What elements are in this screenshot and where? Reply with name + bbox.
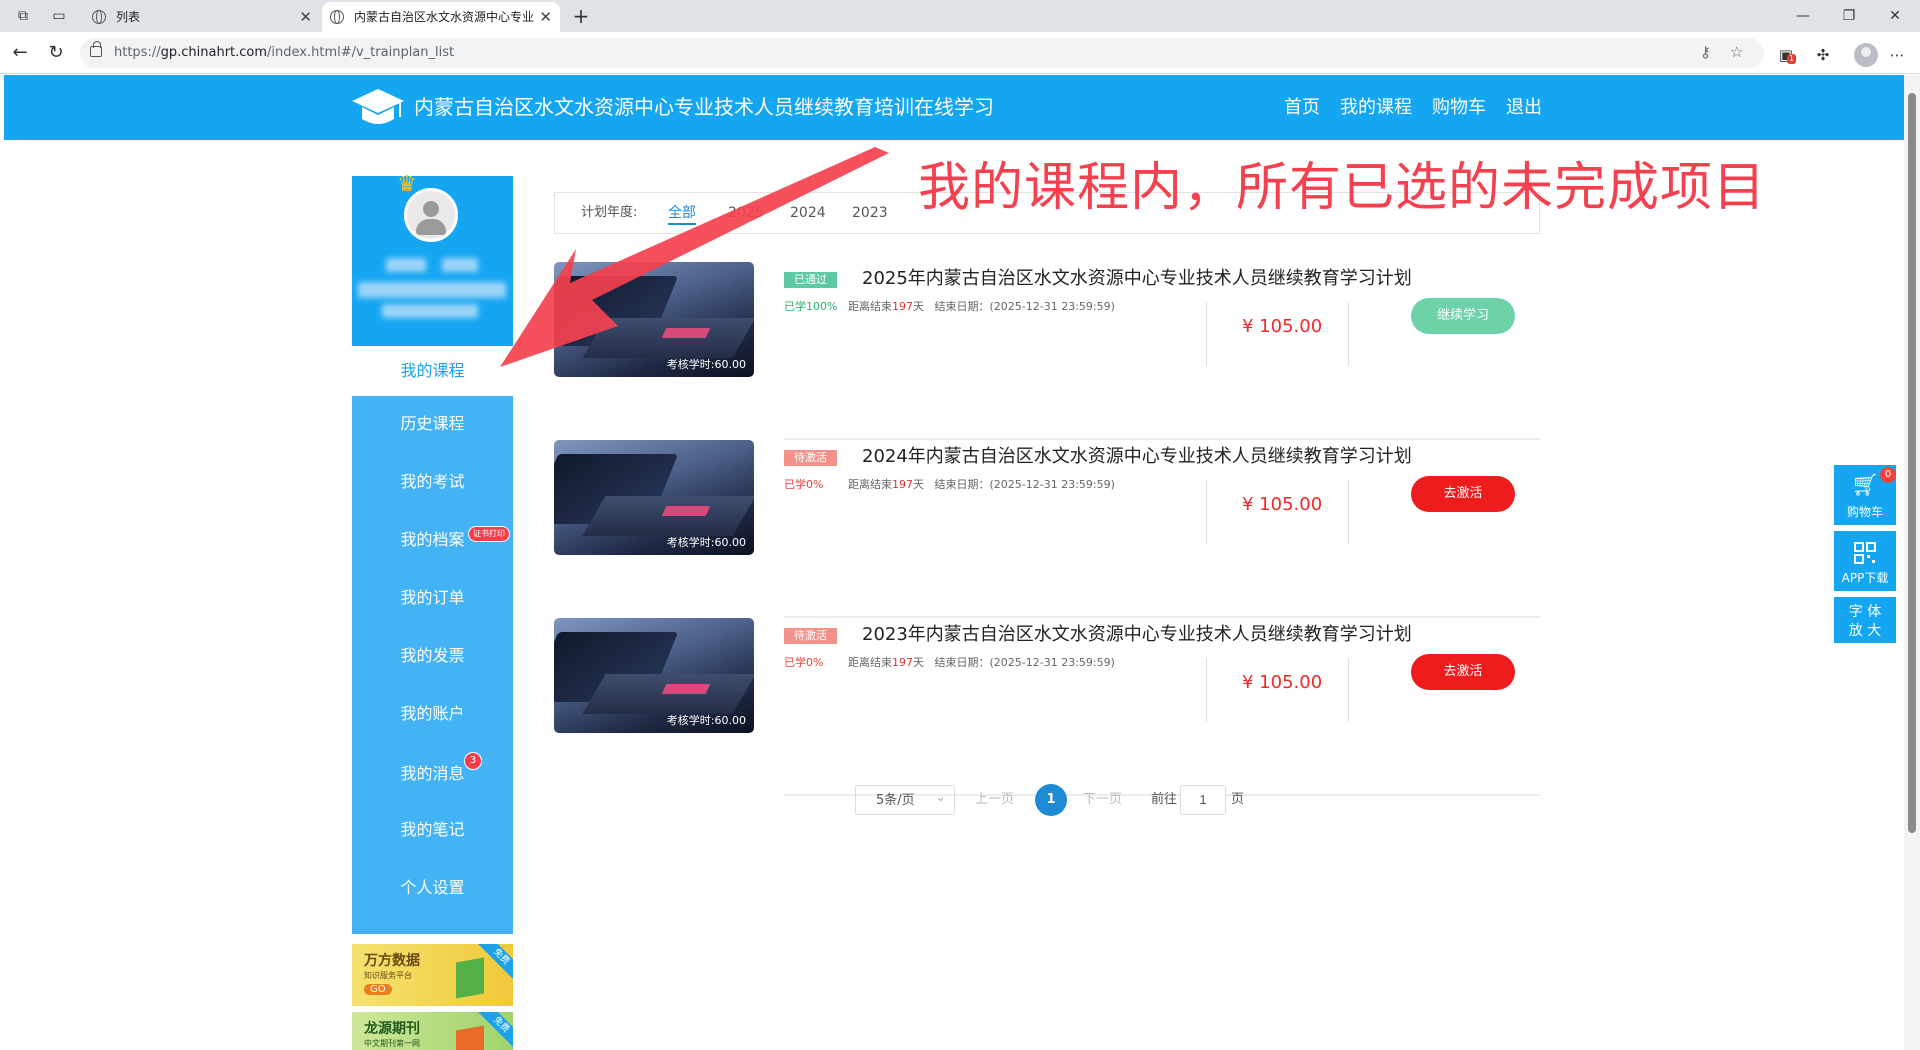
- extension-badge: 1: [1787, 54, 1797, 64]
- lock-icon: [90, 41, 102, 57]
- browser-tab-strip: ⧉ ▭ 列表 ✕ 内蒙古自治区水文水资源中心专业 ✕ + — ❐ ✕: [0, 0, 1920, 32]
- close-window-button[interactable]: ✕: [1872, 0, 1918, 32]
- favorite-star-icon[interactable]: ☆: [1730, 43, 1743, 61]
- key-icon[interactable]: ⚷: [1700, 43, 1711, 61]
- float-cart-button[interactable]: 🛒︎ 0 购物车: [1834, 465, 1896, 525]
- cart-icon: 🛒︎: [1851, 473, 1879, 498]
- font-enlarge-label-1: 字 体: [1848, 604, 1882, 620]
- annotation-arrow: [500, 147, 889, 367]
- float-font-enlarge-button[interactable]: 字 体 放 大: [1834, 597, 1896, 643]
- qr-code-icon: [1854, 542, 1876, 564]
- extension-icon[interactable]: ▣ 1: [1775, 44, 1797, 66]
- float-app-label: APP下载: [1841, 571, 1889, 585]
- back-icon[interactable]: ←: [8, 41, 32, 65]
- minimize-button[interactable]: —: [1780, 0, 1826, 32]
- more-menu-icon[interactable]: ⋯: [1886, 44, 1908, 66]
- float-app-download-button[interactable]: APP下载: [1834, 531, 1896, 591]
- profile-avatar-icon[interactable]: [1854, 43, 1878, 67]
- url-text: https://gp.chinahrt.com/index.html#/v_tr…: [114, 45, 455, 60]
- tab-actions-icon[interactable]: ▭: [48, 6, 70, 26]
- restore-button[interactable]: ❐: [1826, 0, 1872, 32]
- browser-tab-list[interactable]: 列表 ✕: [84, 2, 320, 32]
- puzzle-extensions-icon[interactable]: ✣: [1812, 44, 1834, 66]
- page-viewport: 内蒙古自治区水文水资源中心专业技术人员继续教育培训在线学习 首页 我的课程 购物…: [0, 75, 1920, 1050]
- tab-title: 列表: [116, 10, 141, 24]
- refresh-icon[interactable]: ↻: [44, 41, 68, 65]
- globe-icon: [330, 10, 344, 24]
- browser-tab-current[interactable]: 内蒙古自治区水文水资源中心专业 ✕: [322, 2, 560, 32]
- address-bar-row: ← ↻ https://gp.chinahrt.com/index.html#/…: [0, 32, 1920, 74]
- close-tab-icon[interactable]: ✕: [539, 2, 552, 32]
- float-cart-label: 购物车: [1846, 505, 1883, 519]
- new-tab-button[interactable]: +: [568, 2, 594, 30]
- font-enlarge-label-2: 放 大: [1848, 623, 1882, 639]
- scrollbar-thumb[interactable]: [1908, 93, 1916, 833]
- close-tab-icon[interactable]: ✕: [299, 2, 312, 32]
- workspaces-icon[interactable]: ⧉: [12, 6, 34, 26]
- url-input[interactable]: https://gp.chinahrt.com/index.html#/v_tr…: [80, 38, 1764, 68]
- tab-title: 内蒙古自治区水文水资源中心专业: [354, 10, 534, 24]
- annotation-text: 我的课程内，所有已选的未完成项目: [918, 158, 1767, 218]
- cart-count-badge: 0: [1880, 467, 1896, 483]
- page-scrollbar[interactable]: [1904, 75, 1920, 1050]
- globe-icon: [92, 10, 106, 24]
